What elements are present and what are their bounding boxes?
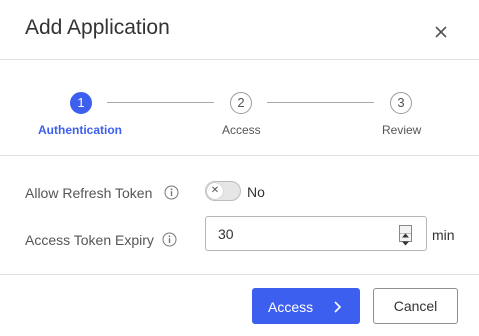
wizard-stepper: 1 Authentication 2 Access 3 Review [0, 61, 479, 156]
dialog-header: Add Application [0, 0, 479, 60]
info-icon[interactable] [164, 185, 179, 200]
close-icon [435, 26, 447, 38]
chevron-right-icon [332, 300, 342, 317]
close-button[interactable] [431, 22, 451, 42]
cancel-button[interactable]: Cancel [373, 288, 458, 324]
step-2-label[interactable]: Access [222, 123, 261, 137]
step-2-indicator[interactable]: 2 [230, 92, 252, 114]
token-expiry-input[interactable]: 30 [205, 216, 427, 251]
add-application-dialog: Add Application 1 Authentication 2 Acces… [0, 0, 479, 336]
step-3-label[interactable]: Review [382, 123, 421, 137]
refresh-token-toggle[interactable]: ✕ [205, 181, 241, 201]
spin-down-icon[interactable] [400, 234, 411, 246]
step-1-label[interactable]: Authentication [38, 123, 122, 137]
spin-up-icon[interactable] [400, 226, 411, 238]
token-expiry-value[interactable]: 30 [218, 225, 234, 243]
refresh-token-label: Allow Refresh Token [25, 185, 153, 201]
dialog-title: Add Application [25, 16, 170, 39]
refresh-token-state: No [247, 184, 265, 200]
expiry-unit-label: min [432, 227, 455, 243]
step-connector [267, 102, 374, 103]
step-1-indicator[interactable]: 1 [70, 92, 92, 114]
access-button[interactable]: Access [252, 288, 360, 324]
token-expiry-label: Access Token Expiry [25, 232, 154, 248]
access-button-label: Access [268, 299, 314, 315]
x-icon: ✕ [207, 183, 223, 199]
number-spinner[interactable] [399, 225, 412, 246]
step-connector [107, 102, 214, 103]
info-icon[interactable] [162, 232, 177, 247]
step-3-indicator[interactable]: 3 [390, 92, 412, 114]
